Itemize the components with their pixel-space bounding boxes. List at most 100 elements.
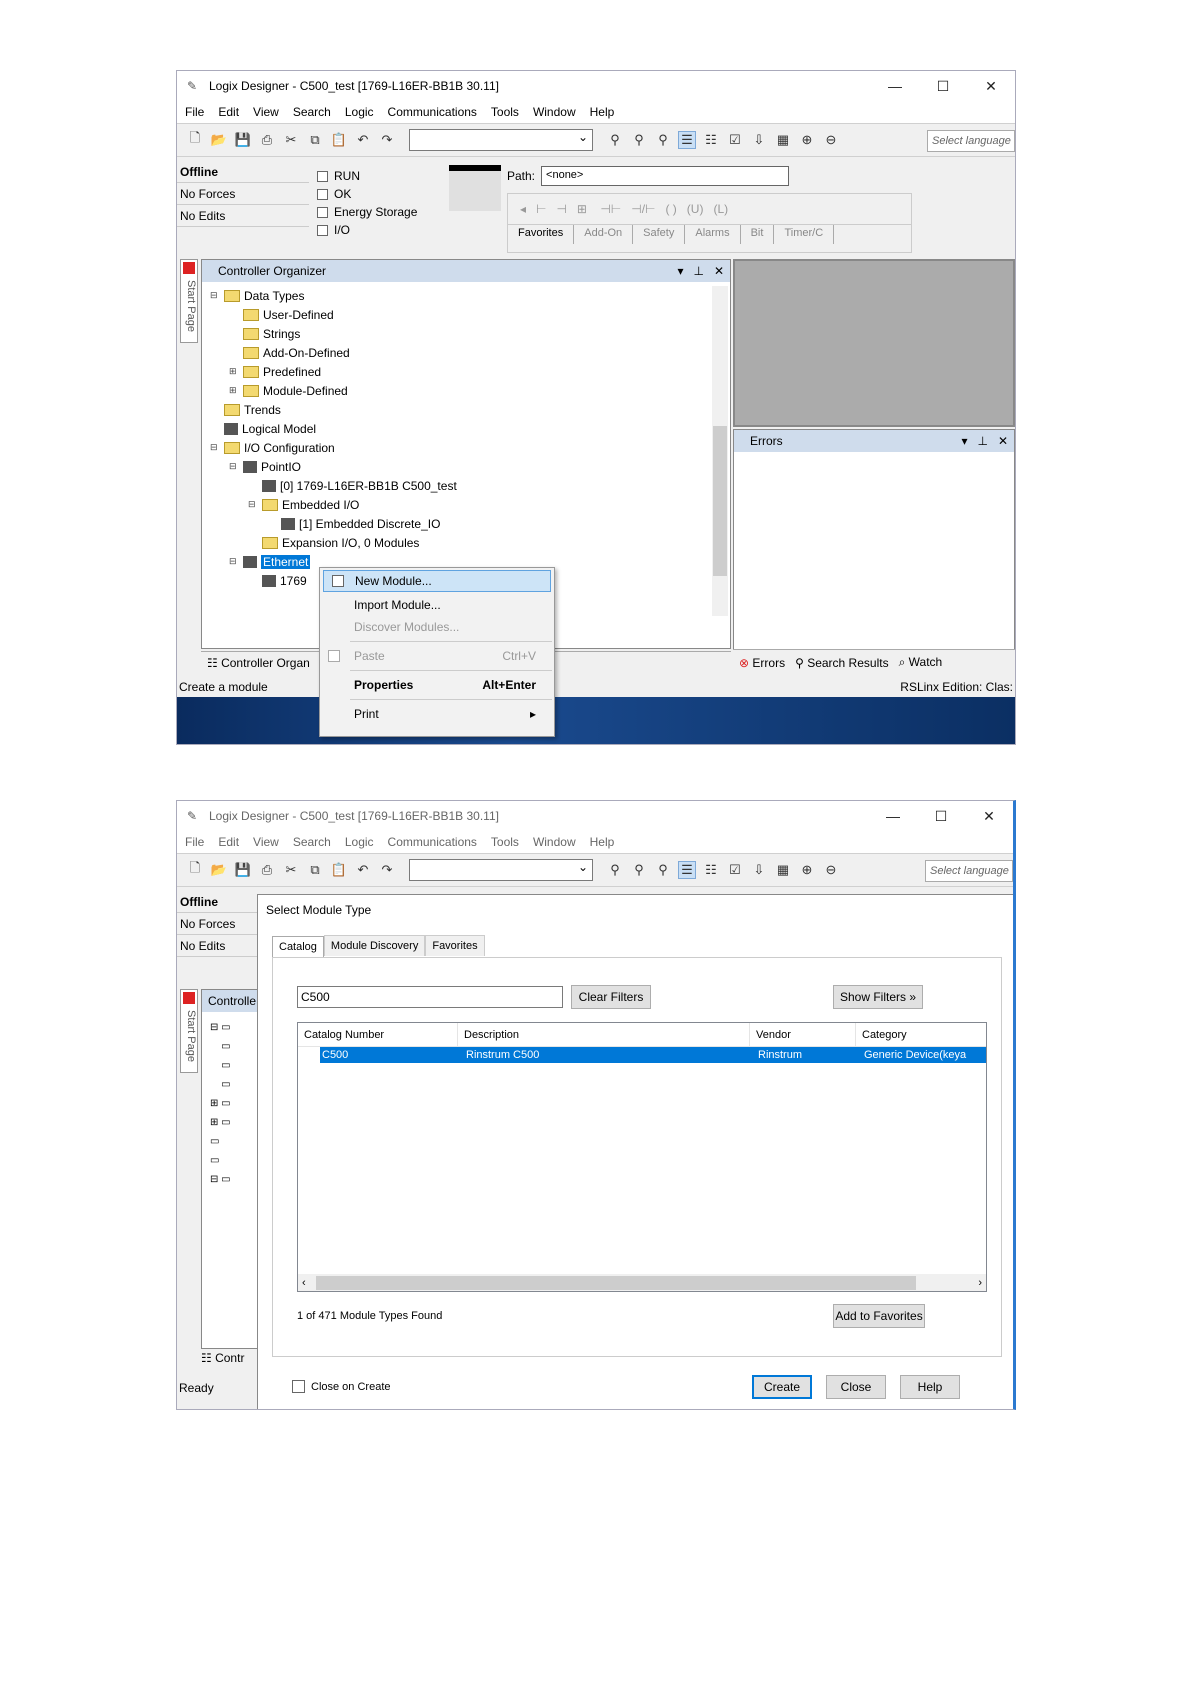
tree-node[interactable]: ⊟ Embedded I/O [210, 495, 730, 514]
expand-icon[interactable]: ⊟ [210, 442, 220, 453]
menu-view[interactable]: View [253, 105, 279, 119]
tab-module-discovery[interactable]: Module Discovery [323, 935, 426, 956]
menu-print[interactable]: Print ▸ [320, 703, 554, 725]
menu-logic[interactable]: Logic [345, 835, 374, 849]
menu-logic[interactable]: Logic [345, 105, 374, 119]
print-icon[interactable]: ⎙ [258, 861, 276, 879]
find-next-icon[interactable]: ⚲ [630, 131, 648, 149]
zoom-out-icon[interactable]: ⊖ [822, 861, 840, 879]
language-select[interactable]: Select language [927, 130, 1015, 152]
tab-catalog[interactable]: Catalog [272, 936, 324, 957]
filter-input[interactable]: C500 [297, 986, 563, 1008]
find-next-icon[interactable]: ⚲ [630, 861, 648, 879]
organizer-scrollbar[interactable] [712, 286, 728, 616]
cut-icon[interactable]: ✂ [282, 131, 300, 149]
forces-status[interactable]: No Forces [177, 913, 257, 935]
tree-node[interactable]: Expansion I/O, 0 Modules [210, 533, 730, 552]
edits-status[interactable]: No Edits [177, 935, 257, 957]
tree-node[interactable]: Add-On-Defined [210, 343, 730, 362]
menu-file[interactable]: File [185, 105, 204, 119]
col-catalog-number[interactable]: Catalog Number [298, 1023, 458, 1046]
col-category[interactable]: Category [856, 1023, 966, 1046]
dropdown-icon[interactable]: ▾ [961, 434, 967, 448]
redo-icon[interactable]: ↷ [378, 861, 396, 879]
grid-icon[interactable]: ▦ [774, 861, 792, 879]
scroll-left-icon[interactable]: ‹ [298, 1277, 306, 1289]
organizer-footer-tab[interactable]: ☷ Contr [201, 1351, 244, 1365]
close-icon[interactable]: ✕ [714, 264, 724, 278]
offline-status[interactable]: Offline [177, 891, 257, 913]
tree-node[interactable]: Logical Model [210, 419, 730, 438]
menu-file[interactable]: File [185, 835, 204, 849]
language-select[interactable]: Select language [925, 860, 1013, 882]
print-icon[interactable]: ⎙ [258, 131, 276, 149]
organizer-toggle-icon[interactable]: ☰ [678, 861, 696, 879]
new-file-icon[interactable]: 🗋 [186, 130, 204, 149]
offline-status[interactable]: Offline [177, 161, 309, 183]
save-icon[interactable]: 💾 [234, 131, 252, 149]
close-window-button[interactable]: ✕ [967, 78, 1015, 95]
new-file-icon[interactable]: 🗋 [186, 860, 204, 879]
start-page-tab[interactable]: Start Page [180, 259, 198, 343]
close-window-button[interactable]: ✕ [965, 808, 1013, 825]
tab-timer[interactable]: Timer/C [774, 225, 835, 244]
menu-help[interactable]: Help [590, 835, 615, 849]
zoom-in-icon[interactable]: ⊕ [798, 131, 816, 149]
show-filters-button[interactable]: Show Filters » [833, 985, 923, 1009]
open-folder-icon[interactable]: 📂 [210, 131, 228, 149]
minimize-button[interactable]: — [871, 78, 919, 94]
expand-icon[interactable]: ⊟ [210, 290, 220, 301]
menu-new-module[interactable]: New Module... [323, 570, 551, 592]
menu-search[interactable]: Search [293, 835, 331, 849]
undo-icon[interactable]: ↶ [354, 861, 372, 879]
close-on-create-checkbox[interactable]: Close on Create [292, 1380, 391, 1393]
path-select[interactable]: <none> [541, 166, 790, 186]
menu-edit[interactable]: Edit [218, 105, 239, 119]
download-icon[interactable]: ⇩ [750, 861, 768, 879]
grid-hscrollbar[interactable]: ‹ › [298, 1274, 986, 1291]
verify-icon[interactable]: ☑ [726, 861, 744, 879]
tab-watch[interactable]: ⌕ Watch [899, 655, 943, 670]
download-icon[interactable]: ⇩ [750, 131, 768, 149]
edits-status[interactable]: No Edits [177, 205, 309, 227]
expand-icon[interactable]: ⊟ [229, 461, 239, 472]
grid-icon[interactable]: ▦ [774, 131, 792, 149]
find-icon[interactable]: ⚲ [606, 861, 624, 879]
tree-node[interactable]: ⊟ Data Types [210, 286, 730, 305]
tab-add-on[interactable]: Add-On [574, 225, 634, 244]
tab-favorites[interactable]: Favorites [425, 935, 485, 956]
logical-view-icon[interactable]: ☷ [702, 131, 720, 149]
open-folder-icon[interactable]: 📂 [210, 861, 228, 879]
menu-edit[interactable]: Edit [218, 835, 239, 849]
close-icon[interactable]: ✕ [998, 434, 1008, 448]
toolbar-combo[interactable] [409, 859, 593, 881]
tree-node[interactable]: ⊞ Module-Defined [210, 381, 730, 400]
expand-icon[interactable]: ⊞ [229, 385, 239, 396]
pin-icon[interactable]: ⊥ [977, 434, 987, 448]
menu-help[interactable]: Help [590, 105, 615, 119]
start-page-tab[interactable]: Start Page [180, 989, 198, 1073]
maximize-button[interactable]: ☐ [917, 808, 965, 825]
zoom-out-icon[interactable]: ⊖ [822, 131, 840, 149]
menu-discover-modules[interactable]: Discover Modules... [320, 616, 554, 638]
tree-node[interactable]: Trends [210, 400, 730, 419]
expand-icon[interactable]: ⊟ [248, 499, 258, 510]
col-vendor[interactable]: Vendor [750, 1023, 856, 1046]
paste-icon[interactable]: 📋 [330, 861, 348, 879]
maximize-button[interactable]: ☐ [919, 78, 967, 95]
help-button[interactable]: Help [900, 1375, 960, 1399]
tree-node[interactable]: User-Defined [210, 305, 730, 324]
tab-errors[interactable]: ⊗ Errors [739, 656, 785, 670]
menu-window[interactable]: Window [533, 105, 576, 119]
logical-view-icon[interactable]: ☷ [702, 861, 720, 879]
expand-icon[interactable]: ⊞ [229, 366, 239, 377]
paste-icon[interactable]: 📋 [330, 131, 348, 149]
menu-paste[interactable]: Paste Ctrl+V [320, 645, 554, 667]
tree-node[interactable]: ⊟ PointIO [210, 457, 730, 476]
tab-bit[interactable]: Bit [741, 225, 775, 244]
cut-icon[interactable]: ✂ [282, 861, 300, 879]
menu-tools[interactable]: Tools [491, 835, 519, 849]
clear-filters-button[interactable]: Clear Filters [571, 985, 651, 1009]
close-button[interactable]: Close [826, 1375, 886, 1399]
forces-status[interactable]: No Forces [177, 183, 309, 205]
